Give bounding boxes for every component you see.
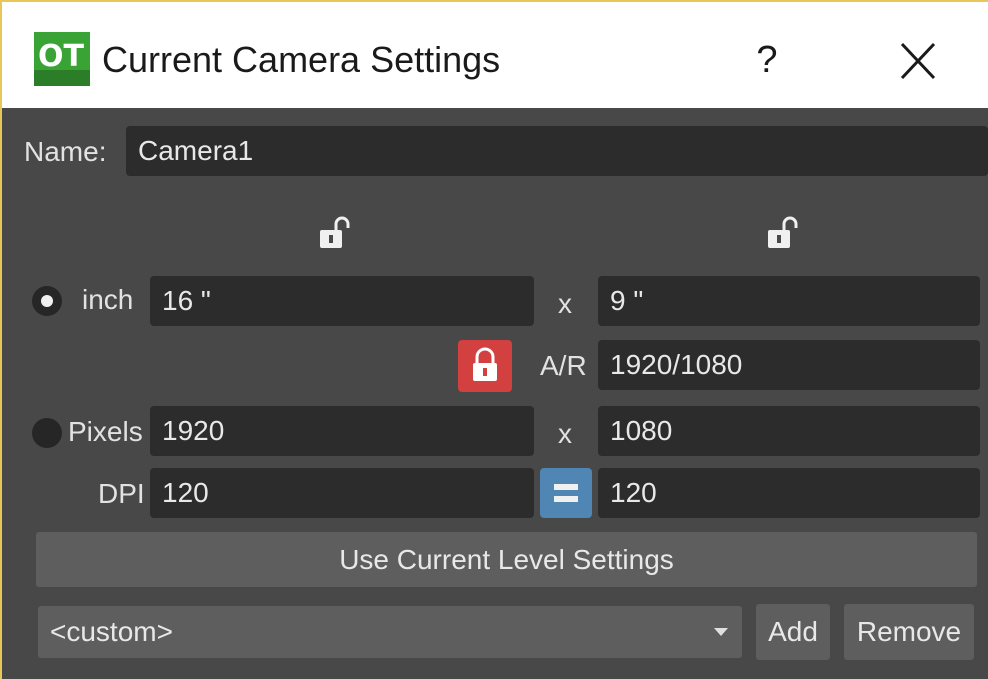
help-button[interactable]: ? — [742, 32, 792, 88]
pixels-separator: x — [558, 418, 572, 449]
camera-name-input[interactable]: Camera1 — [126, 126, 988, 176]
camera-settings-dialog: OT Current Camera Settings ? Name: Camer… — [0, 0, 988, 679]
height-inch-input[interactable]: 9 " — [598, 276, 980, 326]
dpi-y-input[interactable]: 120 — [598, 468, 980, 518]
use-current-level-settings-button[interactable]: Use Current Level Settings — [36, 532, 977, 587]
dpi-x-input[interactable]: 120 — [150, 468, 534, 518]
lock-closed-icon — [473, 347, 497, 381]
dpi-link-button[interactable] — [540, 468, 592, 518]
inch-radio[interactable] — [32, 286, 62, 316]
name-label: Name: — [24, 136, 107, 167]
preset-selected-value: <custom> — [50, 616, 173, 647]
pixels-radio[interactable] — [32, 418, 62, 448]
inch-label: inch — [82, 284, 134, 315]
equal-link-icon — [554, 484, 578, 502]
dpi-label: DPI — [98, 478, 145, 509]
aspect-ratio-label: A/R — [540, 350, 587, 381]
pixels-label: Pixels — [68, 416, 143, 447]
aspect-ratio-lock-button[interactable] — [458, 340, 512, 392]
size-separator: x — [558, 288, 572, 319]
close-icon[interactable] — [890, 36, 946, 86]
chevron-down-icon — [714, 628, 728, 636]
width-lock-open-icon[interactable] — [316, 216, 352, 252]
width-inch-input[interactable]: 16 " — [150, 276, 534, 326]
width-pixels-input[interactable]: 1920 — [150, 406, 534, 456]
svg-text:OT: OT — [38, 39, 85, 74]
dialog-title: Current Camera Settings — [102, 39, 501, 80]
camera-preset-dropdown[interactable]: <custom> — [38, 606, 742, 658]
opentoonz-logo-icon: OT — [34, 32, 90, 86]
height-lock-open-icon[interactable] — [764, 216, 800, 252]
add-preset-button[interactable]: Add — [756, 604, 830, 660]
remove-preset-button[interactable]: Remove — [844, 604, 974, 660]
height-pixels-input[interactable]: 1080 — [598, 406, 980, 456]
aspect-ratio-input[interactable]: 1920/1080 — [598, 340, 980, 390]
title-bar: OT Current Camera Settings ? — [2, 2, 988, 108]
